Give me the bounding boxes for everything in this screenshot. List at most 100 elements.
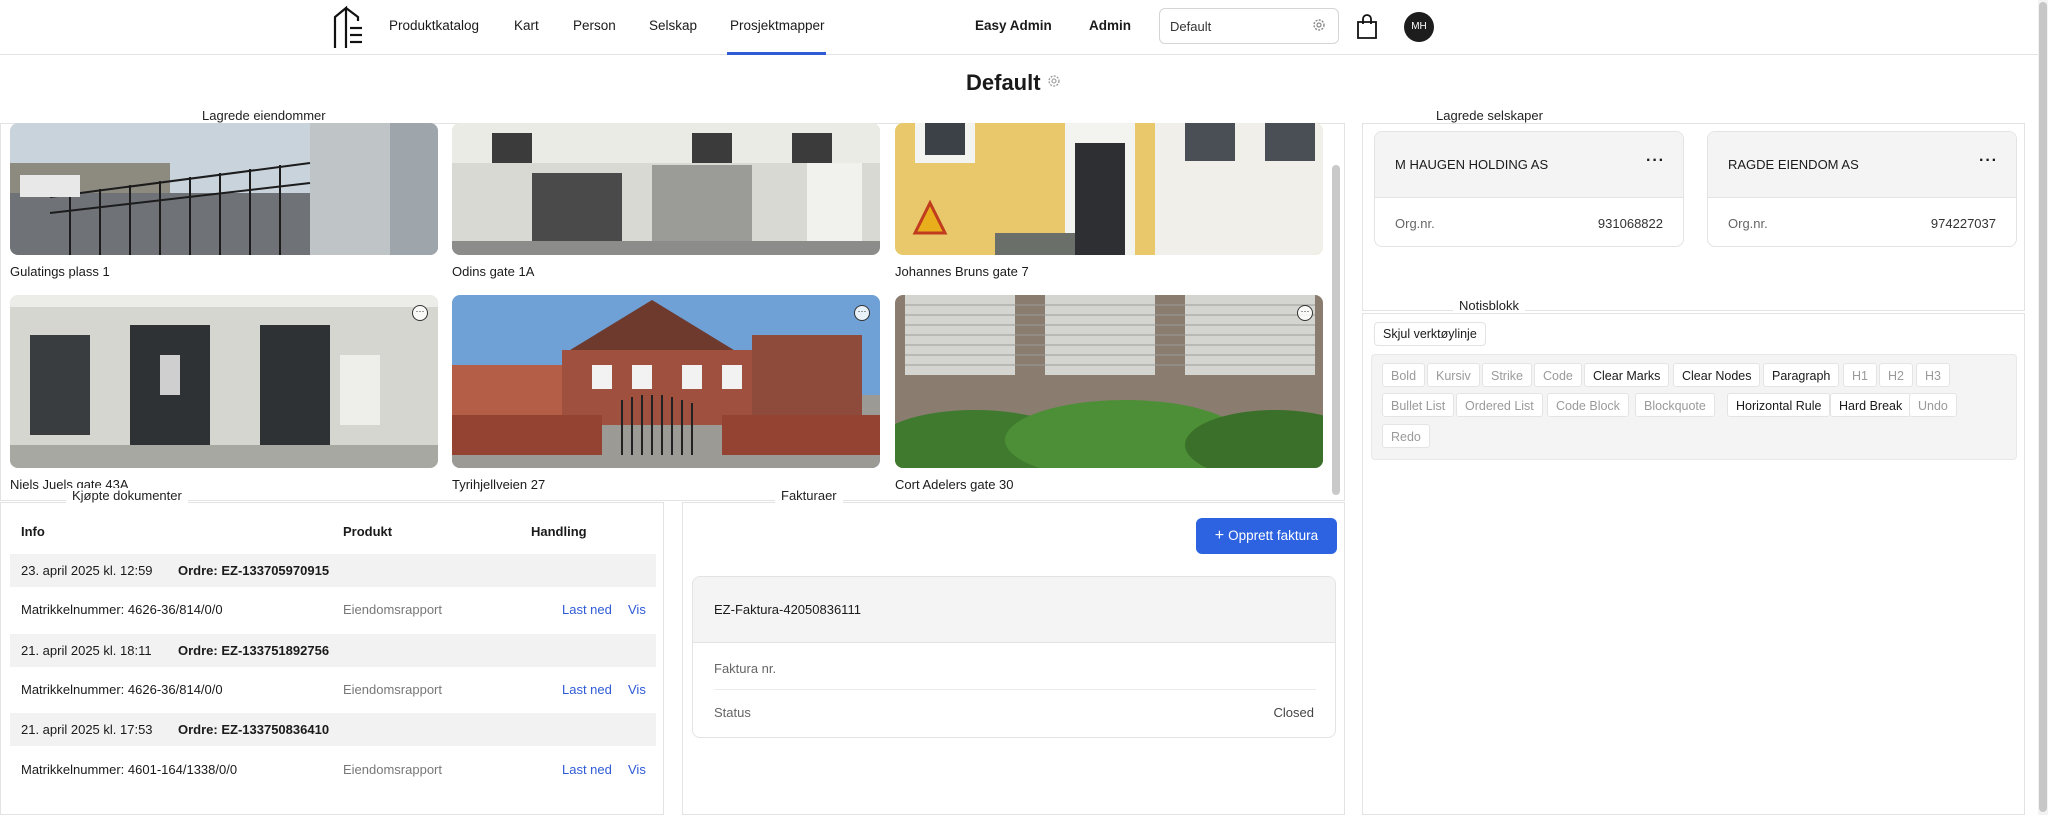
- org-number-value: 974227037: [1930, 216, 1996, 231]
- hide-toolbar-button[interactable]: Skjul verktøylinje: [1374, 322, 1486, 346]
- project-selector-value: Default: [1170, 19, 1212, 34]
- project-selector[interactable]: Default: [1159, 8, 1339, 44]
- house-logo-icon[interactable]: [332, 5, 364, 49]
- user-avatar[interactable]: MH: [1404, 12, 1434, 42]
- more-options-icon[interactable]: ···: [1646, 152, 1665, 170]
- toolbar-clear-marks-button[interactable]: Clear Marks: [1584, 363, 1670, 387]
- property-card[interactable]: Odins gate 1A: [452, 123, 880, 283]
- toolbar-h2-button[interactable]: H2: [1879, 363, 1913, 387]
- view-link[interactable]: Vis: [628, 682, 646, 697]
- order-row: 21. april 2025 kl. 18:11 Ordre: EZ-13375…: [10, 634, 656, 667]
- property-photo[interactable]: [10, 295, 438, 468]
- nav-produktkatalog[interactable]: Produktkatalog: [389, 18, 479, 33]
- toolbar-blockquote-button[interactable]: Blockquote: [1635, 393, 1715, 417]
- toolbar-bullet-list-button[interactable]: Bullet List: [1382, 393, 1455, 417]
- toolbar-italic-button[interactable]: Kursiv: [1427, 363, 1480, 387]
- gear-icon[interactable]: [1312, 18, 1326, 32]
- property-label: Cort Adelers gate 30: [895, 477, 1014, 492]
- property-photo[interactable]: [895, 123, 1323, 255]
- toolbar-hard-break-button[interactable]: Hard Break: [1830, 393, 1912, 417]
- nav-active-indicator: [727, 52, 826, 55]
- toolbar-h1-button[interactable]: H1: [1843, 363, 1877, 387]
- company-card[interactable]: M HAUGEN HOLDING AS ··· Org.nr. 93106882…: [1374, 131, 1684, 247]
- toolbar-code-button[interactable]: Code: [1534, 363, 1582, 387]
- column-header-action: Handling: [531, 524, 587, 539]
- purchased-documents-legend: Kjøpte dokumenter: [66, 488, 188, 503]
- view-link[interactable]: Vis: [628, 762, 646, 777]
- property-card[interactable]: ⋯ Cort Adelers gate 30: [895, 295, 1323, 495]
- order-row: 21. april 2025 kl. 17:53 Ordre: EZ-13375…: [10, 713, 656, 746]
- toolbar-code-block-button[interactable]: Code Block: [1547, 393, 1629, 417]
- toolbar-strike-button[interactable]: Strike: [1482, 363, 1532, 387]
- property-label: Odins gate 1A: [452, 264, 535, 279]
- invoice-card[interactable]: EZ-Faktura-42050836111 Faktura nr. Statu…: [692, 576, 1336, 738]
- company-name: RAGDE EIENDOM AS: [1728, 157, 1859, 172]
- column-header-info: Info: [21, 524, 45, 539]
- property-photo[interactable]: [452, 295, 880, 468]
- invoice-status-label: Status: [714, 705, 751, 720]
- org-number-label: Org.nr.: [1395, 216, 1435, 231]
- nav-kart[interactable]: Kart: [514, 18, 539, 33]
- view-link[interactable]: Vis: [628, 602, 646, 617]
- toolbar-clear-nodes-button[interactable]: Clear Nodes: [1673, 363, 1761, 387]
- property-photo[interactable]: [452, 123, 880, 255]
- invoice-card-header: EZ-Faktura-42050836111: [693, 577, 1335, 643]
- toolbar-redo-button[interactable]: Redo: [1382, 424, 1430, 448]
- shopping-bag-icon[interactable]: [1356, 14, 1378, 40]
- order-date: 21. april 2025 kl. 18:11: [21, 643, 152, 658]
- page-scrollbar[interactable]: [2038, 0, 2048, 815]
- company-name: M HAUGEN HOLDING AS: [1395, 157, 1549, 172]
- property-card[interactable]: ⋯ Niels Juels gate 43A: [10, 295, 438, 495]
- invoices-legend: Fakturaer: [775, 488, 843, 503]
- nav-selskap[interactable]: Selskap: [649, 18, 697, 33]
- org-number-label: Org.nr.: [1728, 216, 1768, 231]
- page-title: Default: [966, 70, 1041, 95]
- property-card[interactable]: ⋯ Tyrihjellveien 27: [452, 295, 880, 495]
- product-name: Eiendomsrapport: [343, 682, 442, 697]
- matrikkel-number: Matrikkelnummer: 4601-164/1338/0/0: [21, 762, 238, 777]
- toolbar-bold-button[interactable]: Bold: [1382, 363, 1426, 387]
- invoice-number-label: Faktura nr.: [714, 661, 777, 676]
- create-invoice-button[interactable]: + Opprett faktura: [1196, 518, 1337, 554]
- properties-scrollbar[interactable]: [1332, 165, 1340, 495]
- order-number: Ordre: EZ-133751892756: [178, 643, 330, 658]
- product-name: Eiendomsrapport: [343, 602, 442, 617]
- download-link[interactable]: Last ned: [562, 762, 612, 777]
- order-number: Ordre: EZ-133750836410: [178, 722, 330, 737]
- saved-properties-legend: Lagrede eiendommer: [196, 108, 332, 123]
- toolbar-horizontal-rule-button[interactable]: Horizontal Rule: [1727, 393, 1831, 417]
- nav-admin[interactable]: Admin: [1089, 18, 1131, 33]
- plus-icon: +: [1214, 527, 1225, 544]
- more-options-icon[interactable]: ···: [1979, 152, 1998, 170]
- notepad-legend: Notisblokk: [1453, 298, 1525, 313]
- property-card[interactable]: Johannes Bruns gate 7: [895, 123, 1323, 283]
- more-options-icon[interactable]: ⋯: [412, 305, 428, 321]
- toolbar-paragraph-button[interactable]: Paragraph: [1763, 363, 1840, 387]
- nav-person[interactable]: Person: [573, 18, 616, 33]
- nav-prosjektmapper[interactable]: Prosjektmapper: [730, 18, 825, 33]
- document-row: Matrikkelnummer: 4601-164/1338/0/0 Eiend…: [10, 753, 656, 786]
- property-photo[interactable]: [895, 295, 1323, 468]
- toolbar-h3-button[interactable]: H3: [1916, 363, 1950, 387]
- download-link[interactable]: Last ned: [562, 602, 612, 617]
- nav-easy-admin[interactable]: Easy Admin: [975, 18, 1052, 33]
- toolbar-undo-button[interactable]: Undo: [1909, 393, 1957, 417]
- gear-icon[interactable]: [1047, 74, 1061, 88]
- property-label: Gulatings plass 1: [10, 264, 110, 279]
- download-link[interactable]: Last ned: [562, 682, 612, 697]
- editor-toolbar: Bold Kursiv Strike Code Clear Marks Clea…: [1371, 354, 2017, 460]
- property-label: Johannes Bruns gate 7: [895, 264, 1029, 279]
- org-number-value: 931068822: [1597, 216, 1663, 231]
- invoice-title: EZ-Faktura-42050836111: [714, 602, 861, 617]
- more-options-icon[interactable]: ⋯: [854, 305, 870, 321]
- property-label: Tyrihjellveien 27: [452, 477, 546, 492]
- divider: [714, 689, 1316, 690]
- matrikkel-number: Matrikkelnummer: 4626-36/814/0/0: [21, 602, 223, 617]
- order-date: 23. april 2025 kl. 12:59: [21, 563, 153, 578]
- more-options-icon[interactable]: ⋯: [1297, 305, 1313, 321]
- property-photo[interactable]: [10, 123, 438, 255]
- order-row: 23. april 2025 kl. 12:59 Ordre: EZ-13370…: [10, 554, 656, 587]
- company-card[interactable]: RAGDE EIENDOM AS ··· Org.nr. 974227037: [1707, 131, 2017, 247]
- property-card[interactable]: Gulatings plass 1: [10, 123, 438, 283]
- toolbar-ordered-list-button[interactable]: Ordered List: [1456, 393, 1543, 417]
